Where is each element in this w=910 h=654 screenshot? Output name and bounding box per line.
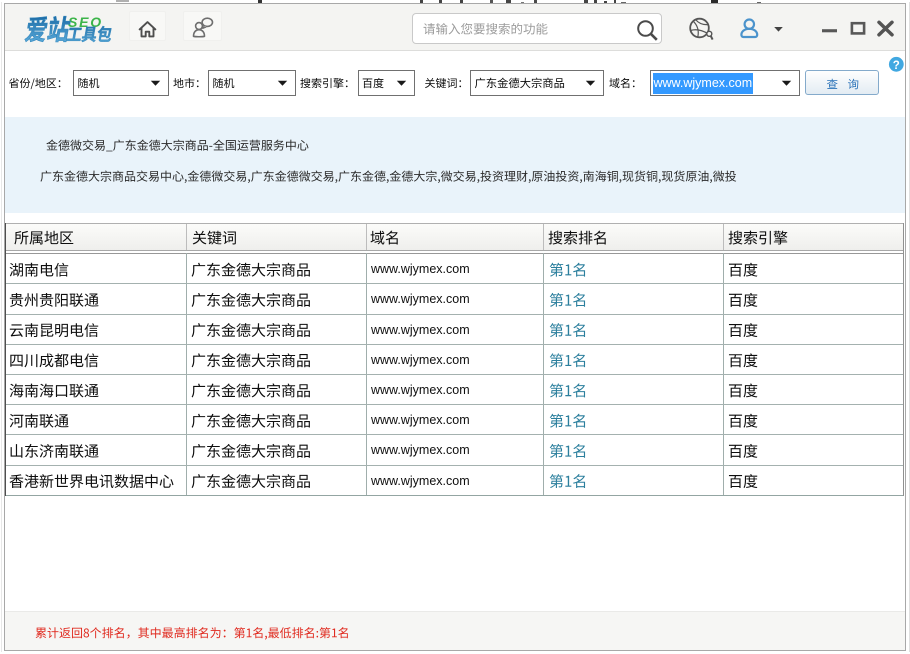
svg-text:?: ? — [893, 60, 900, 72]
